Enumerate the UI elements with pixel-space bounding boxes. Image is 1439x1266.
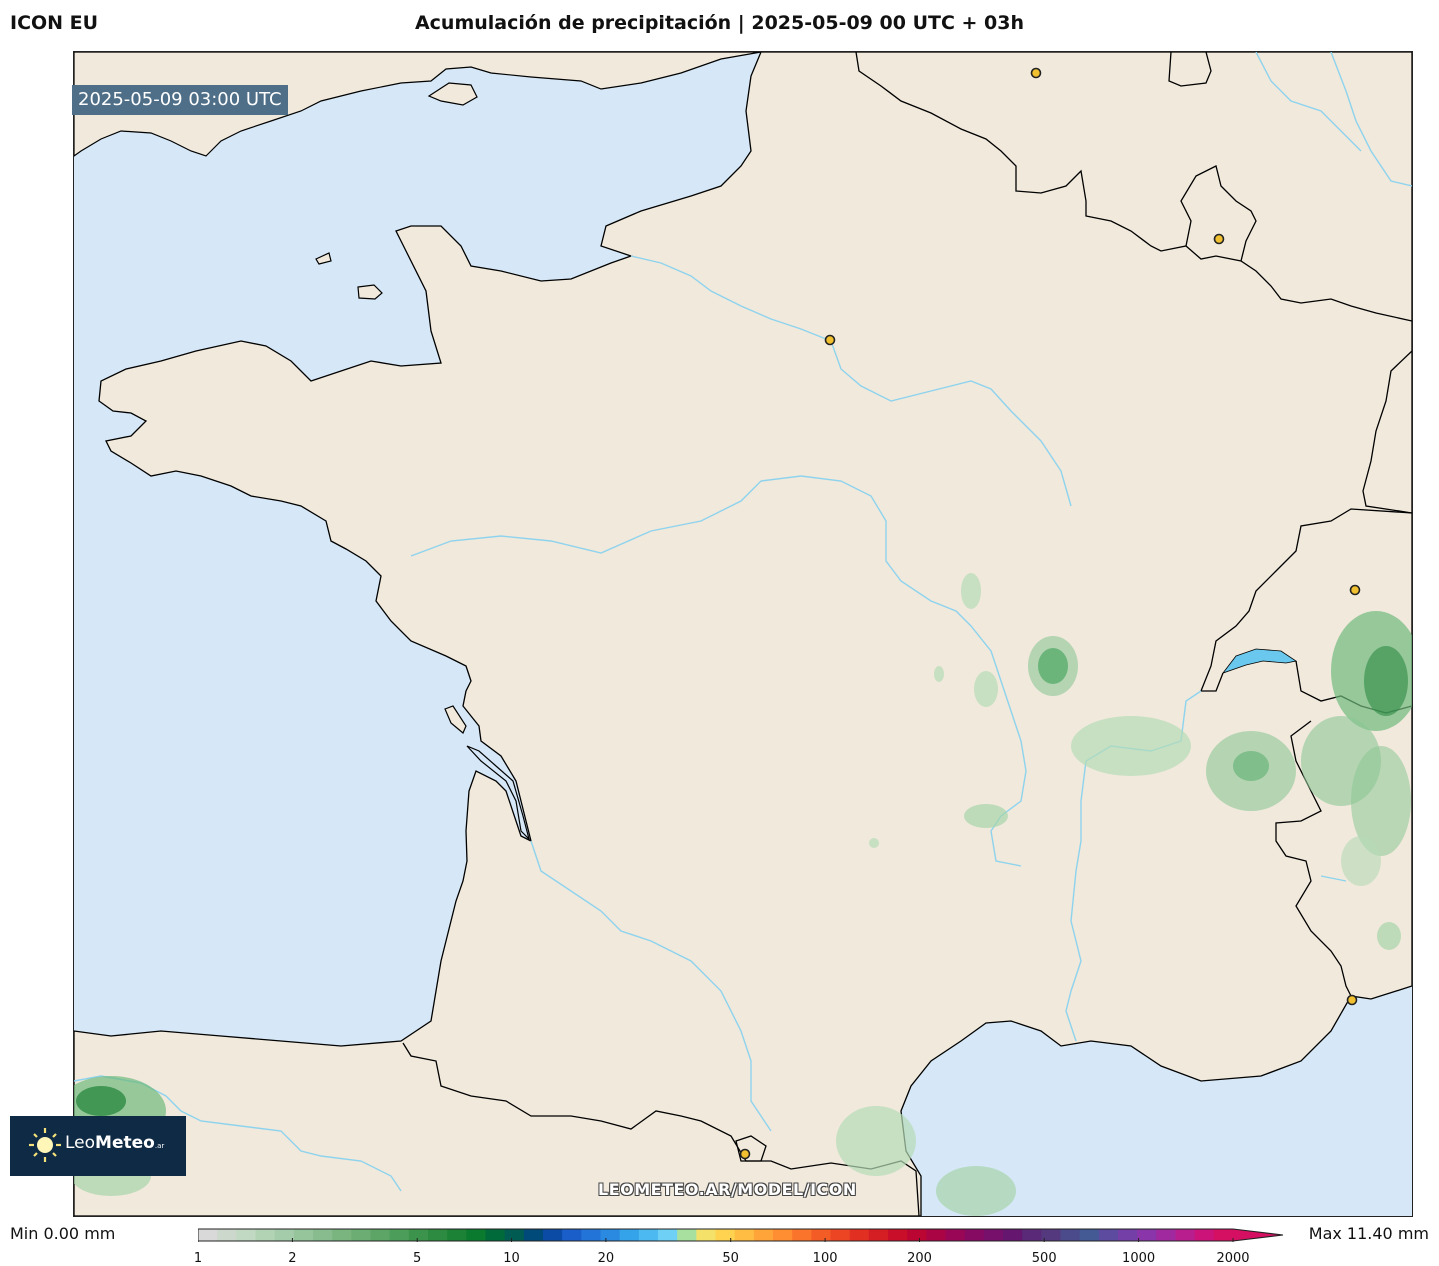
colorbar-tick-label: 10: [503, 1251, 520, 1266]
colorbar-tick-label: 500: [1031, 1251, 1057, 1266]
colorbar-segment: [811, 1229, 832, 1241]
colorbar-tick-label: 1: [193, 1251, 203, 1266]
colorbar: [198, 1228, 1284, 1242]
colorbar-extend-arrow: [1233, 1229, 1283, 1241]
colorbar-segment: [773, 1229, 793, 1241]
legend-min-label: Min 0.00 mm: [10, 1224, 116, 1243]
colorbar-tick-label: 20: [597, 1251, 615, 1266]
city-marker: [1349, 584, 1361, 596]
colorbar-segment: [332, 1229, 352, 1241]
colorbar-segment: [696, 1229, 717, 1241]
colorbar-segment: [1194, 1229, 1215, 1241]
colorbar-segment: [408, 1229, 429, 1241]
sun-icon: [29, 1128, 61, 1162]
leometeo-logo: LeoMeteo.ar: [10, 1116, 186, 1176]
colorbar-segment: [658, 1229, 678, 1241]
colorbar-segment: [715, 1229, 736, 1241]
colorbar-segment: [677, 1229, 697, 1241]
colorbar-tick-label: 50: [722, 1251, 739, 1266]
map-frame: [73, 51, 1413, 1217]
city-marker: [824, 334, 836, 346]
colorbar-tick-label: 2000: [1216, 1251, 1250, 1266]
colorbar-segment: [868, 1229, 889, 1241]
colorbar-segment: [1137, 1229, 1157, 1241]
colorbar-segment: [504, 1229, 525, 1241]
colorbar-segment: [945, 1229, 966, 1241]
colorbar-segment: [830, 1229, 851, 1241]
logo-text: LeoMeteo.ar: [65, 1133, 165, 1153]
colorbar-segment: [447, 1229, 467, 1241]
colorbar-segment: [198, 1229, 218, 1241]
map-title: Acumulación de precipitación | 2025-05-0…: [414, 12, 1025, 34]
colorbar-segment: [351, 1229, 372, 1241]
colorbar-tick-label: 5: [413, 1251, 422, 1266]
colorbar-segment: [792, 1229, 812, 1241]
colorbar-segment: [926, 1229, 947, 1241]
colorbar-segment: [1213, 1229, 1234, 1241]
colorbar-segment: [428, 1229, 448, 1241]
colorbar-segment: [217, 1229, 237, 1241]
colorbar-tick-label: 200: [907, 1251, 932, 1266]
colorbar-segment: [313, 1229, 333, 1241]
colorbar-segment: [753, 1229, 774, 1241]
colorbar-tick-label: 100: [812, 1251, 838, 1266]
colorbar-segment: [389, 1229, 410, 1241]
colorbar-segment: [523, 1229, 544, 1241]
colorbar-segment: [1156, 1229, 1177, 1241]
colorbar-segment: [543, 1229, 563, 1241]
colorbar-segment: [983, 1229, 1004, 1241]
legend-max-label: Max 11.40 mm: [1308, 1224, 1429, 1243]
colorbar-segment: [466, 1229, 487, 1241]
colorbar-segment: [1175, 1229, 1196, 1241]
city-marker: [1346, 994, 1358, 1006]
colorbar-segment: [1098, 1229, 1119, 1241]
colorbar-segment: [1060, 1229, 1081, 1241]
colorbar-segment: [274, 1229, 295, 1241]
colorbar-segment: [1079, 1229, 1100, 1241]
colorbar-segment: [293, 1229, 314, 1241]
colorbar-segment: [849, 1229, 870, 1241]
valid-time-label: 2025-05-09 03:00 UTC: [72, 85, 288, 115]
colorbar-segment: [236, 1229, 257, 1241]
colorbar-segment: [619, 1229, 640, 1241]
precipitation-map: [74, 52, 1412, 1216]
colorbar-segment: [1118, 1229, 1138, 1241]
colorbar-segment: [1003, 1229, 1023, 1241]
colorbar-segment: [370, 1229, 391, 1241]
colorbar-segment: [964, 1229, 985, 1241]
colorbar-segment: [485, 1229, 506, 1241]
colorbar-tick-label: 2: [288, 1251, 297, 1266]
colorbar-segment: [888, 1229, 908, 1241]
colorbar-segment: [255, 1229, 276, 1241]
city-marker: [739, 1148, 751, 1160]
colorbar-tick-label: 1000: [1122, 1251, 1156, 1266]
colorbar-segment: [907, 1229, 927, 1241]
colorbar-segment: [734, 1229, 755, 1241]
colorbar-segment: [1022, 1229, 1042, 1241]
colorbar-segment: [638, 1229, 659, 1241]
colorbar-segment: [600, 1229, 621, 1241]
colorbar-segment: [562, 1229, 582, 1241]
city-marker: [1030, 67, 1042, 79]
watermark: LEOMETEO.AR/MODEL/ICON: [598, 1180, 857, 1199]
city-marker: [1213, 233, 1225, 245]
colorbar-segment: [581, 1229, 602, 1241]
